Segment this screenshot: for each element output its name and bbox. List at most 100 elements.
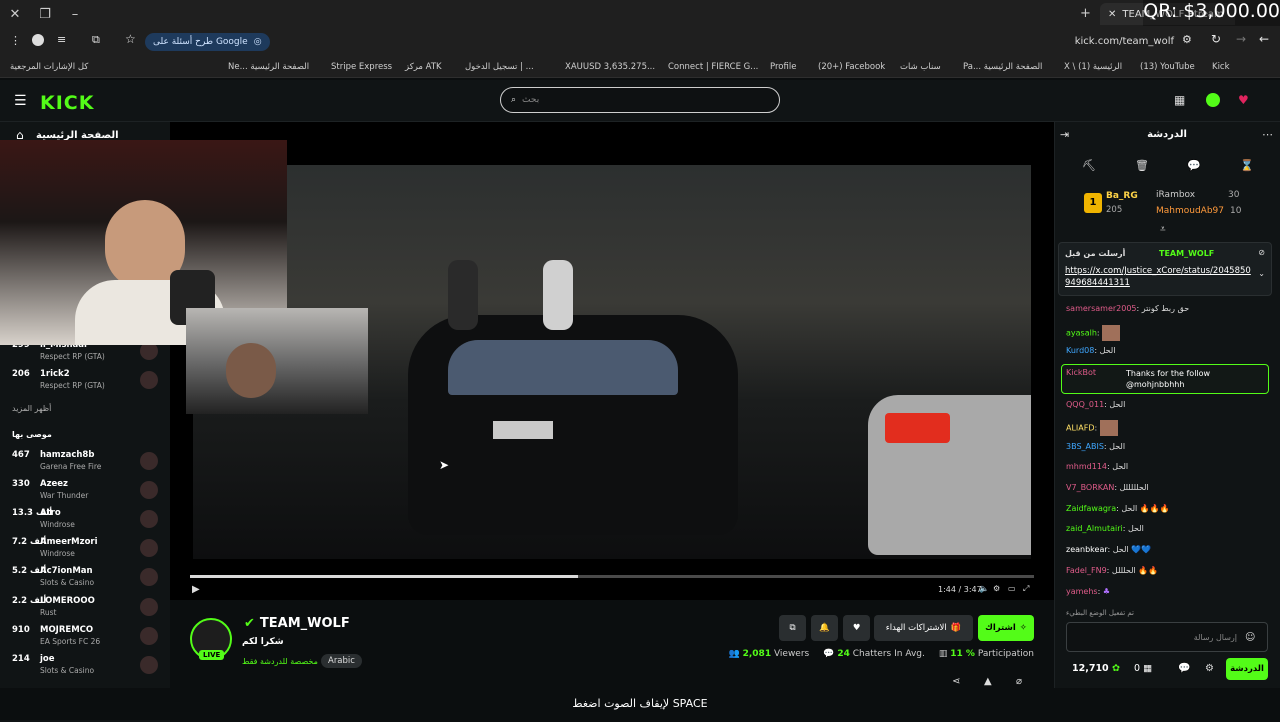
- minimize-window-icon[interactable]: –: [60, 7, 90, 22]
- bookmark-item[interactable]: كل الإشارات المرجعية: [10, 62, 88, 72]
- chat-username[interactable]: Kurd08: [1066, 346, 1094, 355]
- bookmark-item[interactable]: XAUUSD 3,635.275...: [565, 62, 655, 72]
- sidebar-channel[interactable]: 5.2 ألف Ac7ionMan Slots & Casino: [12, 566, 162, 594]
- bookmark-item[interactable]: Profile: [770, 62, 796, 72]
- chat-username[interactable]: V7_BORKAN: [1066, 483, 1114, 492]
- bookmark-item[interactable]: Ne... الصفحة الرئيسية: [228, 62, 309, 72]
- forward-icon[interactable]: →: [1236, 32, 1246, 46]
- chat-username[interactable]: samersamer2005: [1066, 304, 1137, 313]
- follow-button[interactable]: ♥: [843, 615, 870, 641]
- sidebar-channel[interactable]: 214 joe Slots & Casino: [12, 654, 162, 682]
- bookmark-item[interactable]: Kick: [1212, 62, 1230, 72]
- share-icon[interactable]: ⋖: [952, 676, 960, 687]
- video-progress-bar[interactable]: [190, 575, 1034, 578]
- new-tab-icon[interactable]: +: [1080, 6, 1091, 21]
- hide-icon[interactable]: ⌀: [1016, 676, 1022, 687]
- chat-username[interactable]: QQQ_011: [1066, 400, 1104, 409]
- fullscreen-icon[interactable]: ⤢: [1023, 584, 1029, 594]
- extensions-icon[interactable]: ⧉: [92, 33, 100, 47]
- back-icon[interactable]: ←: [1259, 32, 1269, 46]
- pickaxe-icon[interactable]: ⛏: [1082, 159, 1096, 172]
- chat-username[interactable]: yamehs: [1066, 587, 1098, 596]
- bookmark-item[interactable]: (13) YouTube: [1140, 62, 1195, 72]
- sidebar-channel[interactable]: 206 1rick2 Respect RP (GTA): [12, 369, 162, 397]
- chat-username[interactable]: zeanbkear: [1066, 545, 1108, 554]
- volume-icon[interactable]: 🔈: [979, 584, 989, 593]
- restore-window-icon[interactable]: ❐: [30, 7, 60, 22]
- emoji-icon[interactable]: ☺: [1245, 632, 1255, 643]
- url-field[interactable]: kick.com/team_wolf: [1075, 36, 1174, 47]
- stream-category[interactable]: مخصصة للدردشة فقط: [242, 657, 318, 666]
- sidebar-channel[interactable]: 2.2 ألف LOMEROOO Rust: [12, 596, 162, 624]
- send-chat-button[interactable]: الدردشة: [1226, 658, 1268, 680]
- leader-name[interactable]: Ba_RG: [1106, 191, 1138, 201]
- notifications-icon[interactable]: ♥: [1238, 93, 1249, 107]
- chat-username[interactable]: Fadel_FN9: [1066, 566, 1107, 575]
- trash-icon[interactable]: 🗑: [1135, 159, 1149, 172]
- zero-counter[interactable]: 0 ▦: [1134, 663, 1152, 674]
- bookmark-item[interactable]: تسجيل الدخول | ...: [465, 62, 534, 72]
- sidebar-channel[interactable]: 330 Azeez War Thunder: [12, 479, 162, 507]
- chat-bubble-icon[interactable]: 💬: [1178, 663, 1190, 674]
- gift-subs-button[interactable]: الاشتراكات الهداء 🎁: [874, 615, 973, 641]
- hamburger-menu-icon[interactable]: ☰: [14, 93, 27, 109]
- expand-leaderboard-icon[interactable]: ⩡: [1160, 224, 1166, 235]
- play-icon[interactable]: ▶: [192, 584, 200, 595]
- report-icon[interactable]: ▲: [984, 676, 992, 687]
- chat-username[interactable]: ALIAFD: [1066, 424, 1095, 433]
- gear-icon[interactable]: ⚙: [1205, 663, 1214, 674]
- tab-close-icon[interactable]: ✕: [1108, 9, 1116, 20]
- emote-icon: ♣: [1102, 587, 1111, 596]
- chat-username[interactable]: ayasalh: [1066, 329, 1097, 338]
- chat-bubble-icon[interactable]: 💬: [1187, 159, 1201, 172]
- bookmark-star-icon[interactable]: ☆: [125, 32, 136, 46]
- chat-username[interactable]: mhmd114: [1066, 462, 1107, 471]
- bookmark-item[interactable]: Stripe Express: [331, 62, 392, 72]
- bookmark-item[interactable]: سناب شات: [900, 62, 941, 72]
- user-avatar-icon[interactable]: [1206, 93, 1220, 107]
- share-button[interactable]: ⧉: [779, 615, 806, 641]
- subscribe-button[interactable]: اشتراك ✧: [978, 615, 1034, 641]
- leader-name[interactable]: iRambox: [1156, 190, 1195, 200]
- search-input[interactable]: ⌕ بحث: [500, 87, 780, 113]
- leader-name[interactable]: MahmoudAb97: [1156, 206, 1224, 216]
- theater-mode-icon[interactable]: ▭: [1008, 584, 1016, 593]
- chat-message: ayasalh:: [1066, 325, 1121, 341]
- unpin-icon[interactable]: ⊘: [1258, 248, 1265, 257]
- kick-logo[interactable]: KICK: [40, 92, 94, 114]
- close-window-icon[interactable]: ✕: [0, 7, 30, 22]
- settings-icon[interactable]: ⚙: [993, 584, 1000, 593]
- bookmark-item[interactable]: (20+) Facebook: [818, 62, 885, 72]
- channel-name[interactable]: TEAM_WOLF: [260, 616, 350, 631]
- chat-username[interactable]: zaid_Almutairi: [1066, 524, 1123, 533]
- channel-name: AmeerMzori: [40, 537, 98, 547]
- ask-google-button[interactable]: طرح أسئلة على Google ◎: [145, 33, 270, 51]
- site-settings-icon[interactable]: ⚙: [1182, 33, 1192, 46]
- chevron-down-icon[interactable]: ⌄: [1258, 269, 1265, 278]
- notification-bell-button[interactable]: 🔔: [811, 615, 838, 641]
- chat-username[interactable]: 3BS_ABIS: [1066, 442, 1104, 451]
- bookmark-item[interactable]: مركز ATK: [405, 62, 442, 72]
- sidebar-channel[interactable]: 910 MOJREMCO EA Sports FC 26: [12, 625, 162, 653]
- reload-icon[interactable]: ↻: [1211, 32, 1221, 46]
- media-control-icon[interactable]: ≡: [57, 33, 66, 46]
- language-tag[interactable]: Arabic: [321, 654, 362, 668]
- points-balance[interactable]: 12,710 ✿: [1072, 663, 1120, 674]
- chat-username[interactable]: Zaidfawagra: [1066, 504, 1116, 513]
- sidebar-channel[interactable]: 467 hamzach8b Garena Free Fire: [12, 450, 162, 478]
- chat-menu-icon[interactable]: ⋯: [1262, 128, 1273, 141]
- pinned-link[interactable]: https://x.com/Justice_xCore/status/20458…: [1065, 265, 1255, 289]
- bookmark-item[interactable]: X \ (1) الرئيسية: [1064, 62, 1122, 72]
- profile-icon[interactable]: [32, 34, 44, 46]
- pinned-user[interactable]: TEAM_WOLF: [1159, 249, 1214, 258]
- menu-dots-icon[interactable]: ⋮: [10, 34, 21, 47]
- bookmark-item[interactable]: Pa... الصفحة الرئيسية: [963, 62, 1042, 72]
- pinned-message[interactable]: أرسلت من قبل TEAM_WOLF ⊘ https://x.com/J…: [1058, 242, 1272, 296]
- hourglass-icon[interactable]: ⌛: [1240, 159, 1254, 172]
- chat-input[interactable]: إرسال رسالة: [1066, 622, 1268, 652]
- sidebar-channel[interactable]: 13.3 ألف Atro Windrose: [12, 508, 162, 536]
- inventory-icon[interactable]: ▦: [1174, 93, 1185, 107]
- sidebar-channel[interactable]: 7.2 ألف AmeerMzori Windrose: [12, 537, 162, 565]
- bookmark-item[interactable]: Connect | FIERCE G...: [668, 62, 758, 72]
- show-more-link[interactable]: أظهر المزيد: [12, 404, 51, 413]
